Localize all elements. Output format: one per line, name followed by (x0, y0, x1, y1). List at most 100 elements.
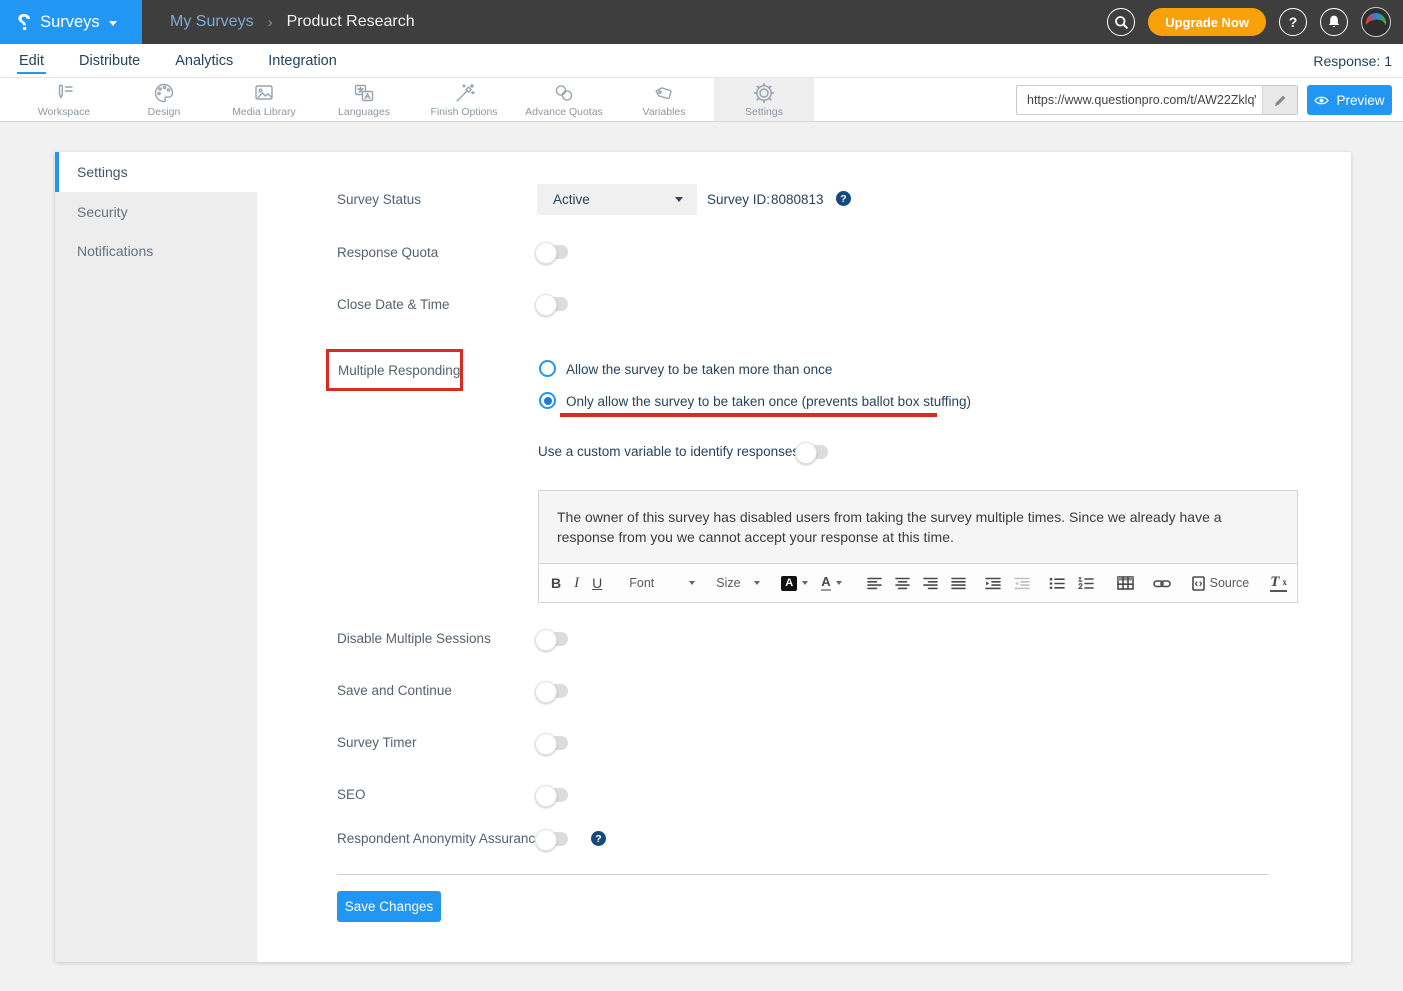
insert-table-button[interactable] (1117, 576, 1134, 590)
text-color-icon: A (821, 575, 830, 591)
settings-sidebar: Security Notifications (55, 192, 257, 962)
eye-icon (1314, 95, 1329, 106)
source-button[interactable]: Source (1192, 576, 1250, 591)
chevron-down-icon (754, 581, 760, 585)
bulleted-list-button[interactable] (1049, 577, 1065, 590)
app-menu-label: Surveys (40, 13, 100, 32)
save-continue-toggle[interactable] (537, 684, 568, 698)
survey-timer-label: Survey Timer (337, 735, 417, 750)
tab-integration[interactable]: Integration (266, 47, 339, 74)
disable-sessions-toggle[interactable] (537, 632, 568, 646)
anonymity-help-button[interactable]: ? (591, 831, 606, 846)
radio-only-once[interactable] (539, 392, 556, 409)
breadcrumb-my-surveys[interactable]: My Surveys (170, 13, 254, 31)
underline-button[interactable]: U (592, 575, 602, 591)
palette-icon (151, 81, 177, 105)
tab-analytics[interactable]: Analytics (173, 47, 235, 74)
increase-indent-icon (985, 577, 1001, 590)
survey-id-help-button[interactable]: ? (836, 191, 851, 206)
edit-url-button[interactable] (1262, 86, 1297, 114)
toolbar-tab-design[interactable]: Design (114, 78, 214, 121)
upgrade-now-button[interactable]: Upgrade Now (1148, 8, 1266, 36)
toolbar-tab-languages[interactable]: Languages (314, 78, 414, 121)
sidebar-item-notifications[interactable]: Notifications (55, 231, 257, 270)
anonymity-toggle[interactable] (537, 832, 568, 846)
survey-timer-toggle[interactable] (537, 736, 568, 750)
text-color-button[interactable]: A (821, 575, 841, 591)
radio-allow-multiple[interactable] (539, 360, 556, 377)
response-quota-label: Response Quota (337, 245, 438, 260)
close-date-toggle[interactable] (537, 297, 568, 311)
radio-allow-multiple-label[interactable]: Allow the survey to be taken more than o… (566, 362, 832, 377)
align-right-button[interactable] (923, 577, 938, 590)
toolbar-tab-finish-options[interactable]: Finish Options (414, 78, 514, 121)
tag-icon (651, 81, 677, 105)
help-button[interactable]: ? (1279, 8, 1307, 36)
survey-url-input[interactable] (1017, 86, 1262, 114)
disable-sessions-label: Disable Multiple Sessions (337, 631, 491, 646)
seo-toggle[interactable] (537, 788, 568, 802)
preview-label: Preview (1336, 93, 1384, 108)
background-color-button[interactable]: A (781, 576, 808, 591)
sidebar-item-security[interactable]: Security (55, 192, 257, 231)
app-menu-surveys[interactable]: ? Surveys (0, 0, 142, 44)
bulleted-list-icon (1049, 577, 1065, 590)
align-justify-button[interactable] (951, 577, 966, 590)
save-changes-button[interactable]: Save Changes (337, 891, 441, 922)
align-left-button[interactable] (867, 577, 882, 590)
toolbar-tab-variables[interactable]: Variables (614, 78, 714, 121)
gear-icon (751, 81, 777, 105)
source-doc-icon (1192, 576, 1205, 591)
chain-link-icon (551, 81, 577, 105)
toolbar-tab-label: Workspace (38, 106, 90, 118)
italic-button[interactable]: I (574, 575, 579, 592)
survey-status-value: Active (553, 192, 590, 207)
preview-button[interactable]: Preview (1307, 85, 1392, 115)
toolbar-tab-media-library[interactable]: Media Library (214, 78, 314, 121)
insert-link-button[interactable] (1153, 578, 1171, 589)
response-count: Response: 1 (1313, 53, 1392, 69)
toolbar-tab-settings[interactable]: Settings (714, 78, 814, 121)
toolbar-tab-label: Design (148, 106, 181, 118)
search-button[interactable] (1107, 8, 1135, 36)
breadcrumb-current: Product Research (287, 13, 415, 31)
survey-id-value: 8080813 (771, 192, 824, 207)
custom-variable-toggle[interactable] (797, 445, 828, 459)
radio-only-once-label[interactable]: Only allow the survey to be taken once (… (566, 394, 971, 409)
question-mark-icon: ? (595, 833, 601, 845)
pencil-icon (1274, 94, 1287, 107)
toolbar-tab-label: Variables (643, 106, 686, 118)
languages-icon (351, 81, 377, 105)
toolbar-tab-workspace[interactable]: Workspace (14, 78, 114, 121)
topbar-actions: Upgrade Now ? (1107, 7, 1403, 37)
question-mark-icon: ? (1289, 14, 1298, 30)
decrease-indent-button[interactable] (1014, 577, 1030, 590)
font-dropdown-label: Font (629, 576, 654, 590)
align-center-button[interactable] (895, 577, 910, 590)
topbar: ? Surveys My Surveys › Product Research … (0, 0, 1403, 44)
remove-format-button[interactable]: Tx (1270, 575, 1287, 592)
edit-toolbar: Workspace Design Media Library Languages… (0, 78, 1403, 122)
font-dropdown[interactable]: Font (629, 576, 695, 590)
chevron-down-icon (802, 581, 808, 585)
notifications-button[interactable] (1320, 8, 1348, 36)
magic-wand-icon (451, 81, 477, 105)
survey-status-select[interactable]: Active (537, 184, 697, 215)
tab-distribute[interactable]: Distribute (77, 47, 142, 74)
table-icon (1117, 576, 1134, 590)
section-nav: Edit Distribute Analytics Integration Re… (0, 44, 1403, 78)
decrease-indent-icon (1014, 577, 1030, 590)
sidebar-item-settings[interactable]: Settings (55, 152, 257, 192)
message-textarea[interactable]: The owner of this survey has disabled us… (539, 491, 1297, 563)
bold-button[interactable]: B (551, 575, 561, 591)
toolbar-tab-label: Advance Quotas (525, 106, 603, 118)
tab-edit[interactable]: Edit (17, 47, 46, 74)
toolbar-tab-advance-quotas[interactable]: Advance Quotas (514, 78, 614, 121)
remove-format-sub: x (1282, 578, 1287, 587)
response-quota-toggle[interactable] (537, 245, 568, 259)
size-dropdown-label: Size (716, 576, 740, 590)
size-dropdown[interactable]: Size (716, 576, 760, 590)
increase-indent-button[interactable] (985, 577, 1001, 590)
user-avatar[interactable] (1361, 7, 1391, 37)
numbered-list-button[interactable] (1078, 577, 1094, 590)
